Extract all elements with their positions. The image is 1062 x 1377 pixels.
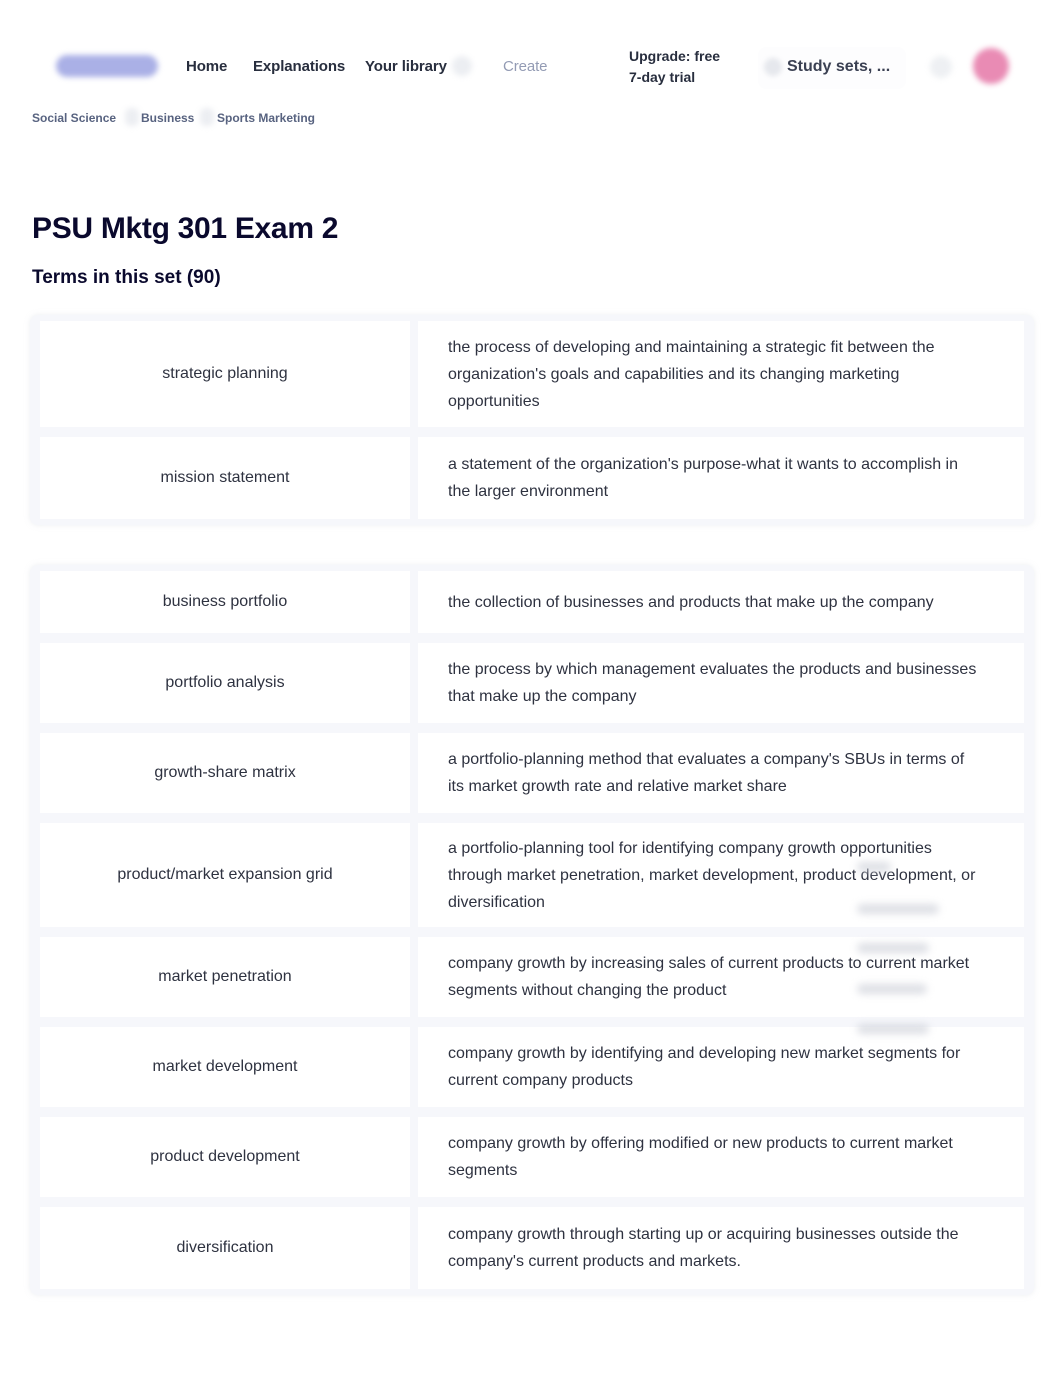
upgrade-line-2: 7-day trial bbox=[629, 69, 696, 85]
term-text: product/market expansion grid bbox=[40, 823, 410, 927]
term-row: product development company growth by of… bbox=[40, 1117, 1024, 1197]
breadcrumb-item[interactable]: Social Science bbox=[32, 111, 116, 125]
breadcrumb-item[interactable]: Sports Marketing bbox=[217, 111, 315, 125]
upgrade-line-1: Upgrade: free bbox=[629, 48, 721, 64]
term-row: business portfolio the collection of bus… bbox=[40, 571, 1024, 633]
menu-item[interactable] bbox=[857, 1024, 929, 1034]
term-row: strategic planning the process of develo… bbox=[40, 321, 1024, 427]
menu-item[interactable] bbox=[857, 984, 927, 994]
breadcrumb-item[interactable]: Business bbox=[141, 111, 194, 125]
chevron-right-icon bbox=[125, 108, 139, 126]
search-placeholder: Study sets, ... bbox=[787, 58, 891, 75]
logo[interactable] bbox=[56, 55, 158, 77]
top-nav: Home Explanations Your library Create Up… bbox=[0, 0, 1062, 105]
term-row: mission statement a statement of the org… bbox=[40, 437, 1024, 519]
term-row: growth-share matrix a portfolio-planning… bbox=[40, 733, 1024, 813]
avatar[interactable] bbox=[973, 48, 1009, 84]
definition-text: company growth by offering modified or n… bbox=[418, 1117, 1024, 1197]
definition-text: a portfolio-planning method that evaluat… bbox=[418, 733, 1024, 813]
term-text: portfolio analysis bbox=[40, 643, 410, 723]
search-icon bbox=[764, 58, 782, 76]
definition-text: a statement of the organization's purpos… bbox=[418, 437, 1024, 519]
terms-heading: Terms in this set (90) bbox=[32, 267, 221, 288]
definition-text: the process by which management evaluate… bbox=[418, 643, 1024, 723]
nav-create[interactable]: Create bbox=[503, 58, 548, 75]
term-text: growth-share matrix bbox=[40, 733, 410, 813]
menu-item[interactable] bbox=[857, 943, 929, 953]
nav-your-library[interactable]: Your library bbox=[365, 58, 447, 75]
term-text: mission statement bbox=[40, 437, 410, 519]
menu-item[interactable] bbox=[857, 862, 891, 872]
page-title: PSU Mktg 301 Exam 2 bbox=[32, 212, 339, 245]
terms-group: strategic planning the process of develo… bbox=[30, 315, 1034, 525]
definition-text: company growth through starting up or ac… bbox=[418, 1207, 1024, 1289]
nav-explanations[interactable]: Explanations bbox=[253, 58, 345, 75]
chevron-down-icon[interactable] bbox=[452, 56, 472, 76]
definition-text: the process of developing and maintainin… bbox=[418, 321, 1024, 427]
term-row: portfolio analysis the process by which … bbox=[40, 643, 1024, 723]
term-text: market development bbox=[40, 1027, 410, 1107]
term-text: business portfolio bbox=[40, 571, 410, 633]
chevron-right-icon bbox=[200, 108, 214, 126]
term-row: diversification company growth through s… bbox=[40, 1207, 1024, 1289]
notifications-icon[interactable] bbox=[930, 56, 952, 78]
term-text: market penetration bbox=[40, 937, 410, 1017]
upgrade-button[interactable]: Upgrade: free 7-day trial bbox=[629, 46, 720, 88]
term-text: diversification bbox=[40, 1207, 410, 1289]
nav-home[interactable]: Home bbox=[186, 58, 227, 75]
definition-text: the collection of businesses and product… bbox=[418, 571, 1024, 633]
term-text: strategic planning bbox=[40, 321, 410, 427]
term-text: product development bbox=[40, 1117, 410, 1197]
menu-item[interactable] bbox=[857, 904, 939, 914]
floating-action-menu bbox=[835, 848, 1035, 1048]
